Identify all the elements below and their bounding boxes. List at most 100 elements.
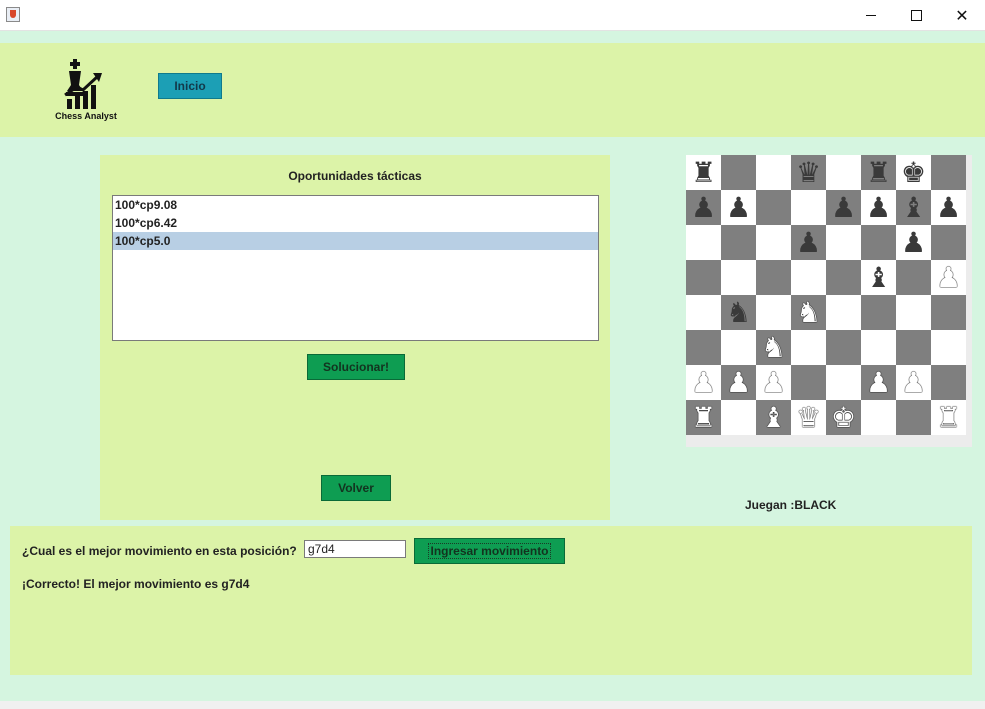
board-square[interactable]: ♟ — [826, 190, 861, 225]
board-square[interactable] — [826, 295, 861, 330]
black-pawn-icon[interactable]: ♟ — [691, 193, 716, 222]
board-square[interactable] — [721, 225, 756, 260]
board-square[interactable] — [861, 400, 896, 435]
solve-button[interactable]: Solucionar! — [307, 354, 405, 380]
board-square[interactable]: ♜ — [861, 155, 896, 190]
board-square[interactable]: ♛ — [791, 155, 826, 190]
white-pawn-icon[interactable]: ♟ — [761, 368, 786, 397]
board-square[interactable]: ♟ — [896, 365, 931, 400]
board-square[interactable]: ♟ — [686, 365, 721, 400]
board-square[interactable] — [756, 260, 791, 295]
board-square[interactable]: ♚ — [826, 400, 861, 435]
board-square[interactable] — [791, 190, 826, 225]
list-item[interactable]: 100*cp9.08 — [113, 196, 598, 214]
home-button[interactable]: Inicio — [158, 73, 222, 99]
board-square[interactable]: ♟ — [931, 260, 966, 295]
white-rook-icon[interactable]: ♜ — [936, 403, 961, 432]
board-square[interactable] — [826, 155, 861, 190]
move-input[interactable] — [304, 540, 406, 558]
board-square[interactable] — [826, 260, 861, 295]
black-rook-icon[interactable]: ♜ — [866, 158, 891, 187]
white-pawn-icon[interactable]: ♟ — [936, 263, 961, 292]
board-square[interactable] — [861, 330, 896, 365]
board-square[interactable] — [791, 260, 826, 295]
white-pawn-icon[interactable]: ♟ — [726, 368, 751, 397]
board-square[interactable] — [896, 260, 931, 295]
board-square[interactable] — [686, 295, 721, 330]
tactics-list[interactable]: 100*cp9.08 100*cp6.42 100*cp5.0 — [112, 195, 599, 341]
board-square[interactable]: ♝ — [896, 190, 931, 225]
board-square[interactable] — [686, 260, 721, 295]
close-button[interactable]: ✕ — [939, 0, 985, 30]
board-square[interactable] — [791, 365, 826, 400]
board-square[interactable]: ♟ — [721, 190, 756, 225]
white-knight-icon[interactable]: ♞ — [796, 298, 821, 327]
black-king-icon[interactable]: ♚ — [901, 158, 926, 187]
board-square[interactable] — [896, 330, 931, 365]
submit-move-button[interactable]: Ingresar movimiento — [414, 538, 565, 564]
black-pawn-icon[interactable]: ♟ — [726, 193, 751, 222]
black-pawn-icon[interactable]: ♟ — [936, 193, 961, 222]
list-item[interactable]: 100*cp6.42 — [113, 214, 598, 232]
board-square[interactable]: ♟ — [896, 225, 931, 260]
black-knight-icon[interactable]: ♞ — [726, 298, 751, 327]
board-square[interactable]: ♟ — [686, 190, 721, 225]
board-square[interactable] — [721, 400, 756, 435]
board-square[interactable]: ♟ — [721, 365, 756, 400]
board-square[interactable] — [931, 225, 966, 260]
board-square[interactable]: ♜ — [686, 400, 721, 435]
board-square[interactable]: ♟ — [861, 190, 896, 225]
board-square[interactable]: ♝ — [861, 260, 896, 295]
list-item[interactable]: 100*cp5.0 — [113, 232, 598, 250]
white-knight-icon[interactable]: ♞ — [761, 333, 786, 362]
board-square[interactable] — [826, 225, 861, 260]
white-queen-icon[interactable]: ♛ — [796, 403, 821, 432]
board-square[interactable] — [826, 365, 861, 400]
board-square[interactable]: ♟ — [791, 225, 826, 260]
white-pawn-icon[interactable]: ♟ — [901, 368, 926, 397]
board-square[interactable] — [861, 225, 896, 260]
board-square[interactable]: ♝ — [756, 400, 791, 435]
white-pawn-icon[interactable]: ♟ — [691, 368, 716, 397]
board-square[interactable]: ♜ — [931, 400, 966, 435]
board-square[interactable]: ♛ — [791, 400, 826, 435]
board-square[interactable] — [931, 330, 966, 365]
board-square[interactable]: ♜ — [686, 155, 721, 190]
board-square[interactable] — [826, 330, 861, 365]
board-square[interactable] — [721, 330, 756, 365]
black-queen-icon[interactable]: ♛ — [796, 158, 821, 187]
board-square[interactable]: ♞ — [721, 295, 756, 330]
board-square[interactable] — [721, 260, 756, 295]
board-square[interactable] — [791, 330, 826, 365]
board-square[interactable]: ♟ — [861, 365, 896, 400]
chess-board[interactable]: ♜ ♛ ♜ ♚ ♟ ♟ ♟ ♟ ♝ ♟ ♟ ♟ ♝ ♟ ♞ ♞ ♞ ♟ ♟ ♟ ♟ ♟ ♜ ♝ ♛ ♚ ♜ — [686, 155, 966, 435]
board-square[interactable]: ♞ — [791, 295, 826, 330]
board-square[interactable]: ♟ — [931, 190, 966, 225]
board-square[interactable] — [931, 155, 966, 190]
black-pawn-icon[interactable]: ♟ — [866, 193, 891, 222]
board-square[interactable] — [686, 330, 721, 365]
board-square[interactable] — [686, 225, 721, 260]
minimize-button[interactable] — [848, 0, 894, 30]
white-pawn-icon[interactable]: ♟ — [866, 368, 891, 397]
board-square[interactable] — [756, 225, 791, 260]
board-square[interactable] — [861, 295, 896, 330]
board-square[interactable] — [896, 400, 931, 435]
board-square[interactable] — [756, 295, 791, 330]
white-king-icon[interactable]: ♚ — [831, 403, 856, 432]
black-pawn-icon[interactable]: ♟ — [831, 193, 856, 222]
board-square[interactable]: ♚ — [896, 155, 931, 190]
black-pawn-icon[interactable]: ♟ — [901, 228, 926, 257]
board-square[interactable] — [931, 365, 966, 400]
black-bishop-icon[interactable]: ♝ — [866, 263, 891, 292]
board-square[interactable] — [756, 155, 791, 190]
board-square[interactable] — [756, 190, 791, 225]
board-square[interactable]: ♞ — [756, 330, 791, 365]
white-bishop-icon[interactable]: ♝ — [761, 403, 786, 432]
white-rook-icon[interactable]: ♜ — [691, 403, 716, 432]
black-pawn-icon[interactable]: ♟ — [796, 228, 821, 257]
board-square[interactable]: ♟ — [756, 365, 791, 400]
black-rook-icon[interactable]: ♜ — [691, 158, 716, 187]
board-square[interactable] — [721, 155, 756, 190]
board-square[interactable] — [896, 295, 931, 330]
